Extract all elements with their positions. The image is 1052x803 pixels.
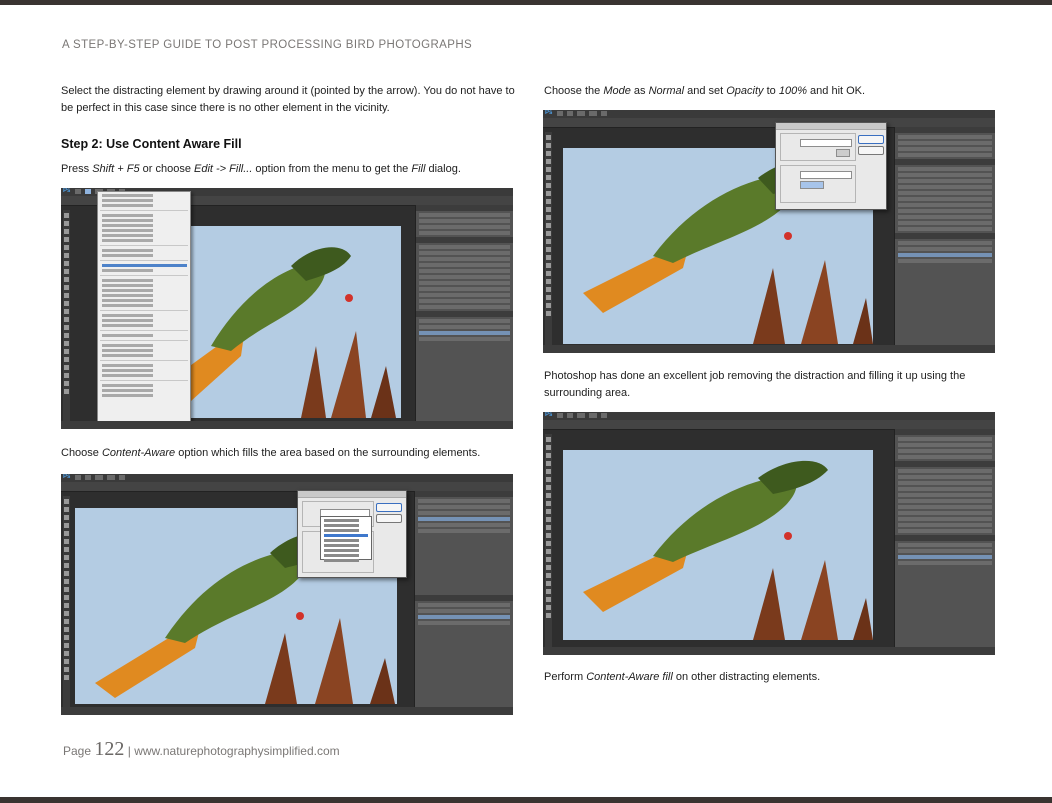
page-number: 122 — [94, 738, 125, 760]
screenshot-fill-dropdown: Ps — [61, 474, 513, 715]
ok-button[interactable] — [376, 503, 402, 512]
photo-canvas — [563, 450, 873, 640]
page-header: A STEP-BY-STEP GUIDE TO POST PROCESSING … — [62, 39, 473, 51]
step-instruction: Press Shift + F5 or choose Edit -> Fill.… — [61, 163, 461, 175]
bird-photo — [583, 460, 873, 640]
top-border — [0, 0, 1052, 5]
photoshop-logo-icon: Ps — [63, 474, 71, 480]
bottom-border — [0, 797, 1052, 803]
screenshot-fill-dialog: Ps — [543, 110, 995, 353]
ok-button[interactable] — [858, 135, 884, 144]
photoshop-logo-icon: Ps — [545, 110, 553, 116]
page-footer: Page 122 | www.naturephotographysimplifi… — [63, 738, 340, 761]
cancel-button[interactable] — [376, 514, 402, 523]
use-dropdown-list[interactable] — [320, 516, 372, 562]
result-caption: Photoshop has done an excellent job remo… — [544, 370, 966, 399]
screenshot-edit-menu: Ps — [61, 188, 513, 429]
website-url[interactable]: www.naturephotographysimplified.com — [134, 744, 339, 758]
photoshop-logo-icon: Ps — [545, 412, 553, 418]
side-panels — [415, 205, 513, 421]
step-heading: Step 2: Use Content Aware Fill — [61, 137, 242, 151]
edit-menu — [97, 191, 191, 429]
screenshot-result: Ps — [543, 412, 995, 655]
photoshop-logo-icon: Ps — [63, 188, 71, 194]
fill-dialog — [297, 490, 407, 578]
page-label: Page — [63, 744, 92, 758]
side-panels — [414, 491, 513, 707]
footer-separator: | — [127, 744, 131, 758]
intro-paragraph: Select the distracting element by drawin… — [61, 85, 515, 114]
bird-photo — [176, 247, 396, 418]
content-aware-caption: Choose Content-Aware option which fills … — [61, 447, 481, 459]
cancel-button[interactable] — [858, 146, 884, 155]
mode-caption: Choose the Mode as Normal and set Opacit… — [544, 85, 866, 97]
perform-caption: Perform Content-Aware fill on other dist… — [544, 671, 821, 683]
side-panels — [894, 127, 995, 345]
side-panels — [894, 429, 995, 647]
photo-canvas — [171, 226, 401, 418]
fill-dialog — [775, 122, 887, 210]
